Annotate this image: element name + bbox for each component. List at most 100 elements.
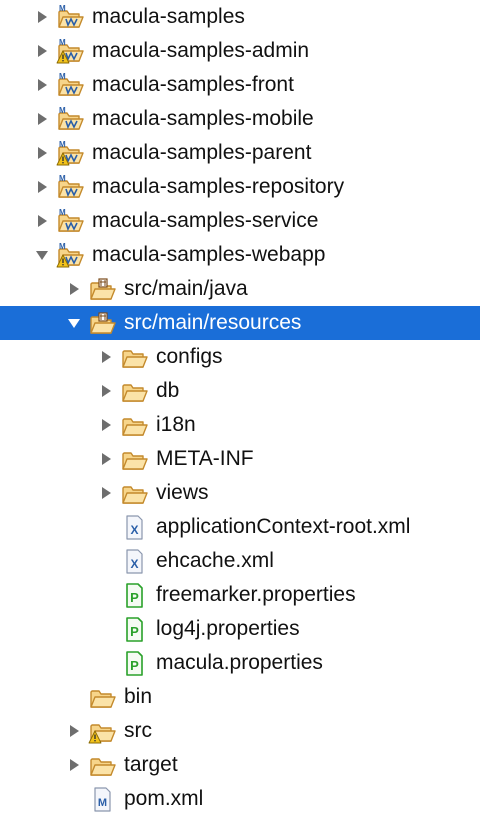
tree-item-label: src/main/resources	[124, 311, 302, 334]
folder-icon	[122, 486, 148, 504]
collapsed-triangle-icon[interactable]	[34, 111, 50, 127]
tree-item[interactable]: Xehcache.xml	[0, 544, 480, 578]
tree-item[interactable]: src/main/java	[0, 272, 480, 306]
tree-item-label: META-INF	[156, 447, 254, 470]
tree-item[interactable]: Mmacula-samples-parent	[0, 136, 480, 170]
collapsed-triangle-icon[interactable]	[66, 757, 82, 773]
svg-text:P: P	[130, 590, 139, 605]
tree-item-label: applicationContext-root.xml	[156, 515, 411, 538]
collapsed-triangle-icon[interactable]	[98, 383, 114, 399]
svg-text:M: M	[59, 242, 66, 251]
tree-item-label: macula-samples-service	[92, 209, 319, 232]
tree-item-label: bin	[124, 685, 153, 708]
collapsed-triangle-icon[interactable]	[98, 349, 114, 365]
tree-item[interactable]: src/main/resources	[0, 306, 480, 340]
xml-file-icon: X	[126, 549, 143, 574]
tree-item[interactable]: db	[0, 374, 480, 408]
tree-item[interactable]: target	[0, 748, 480, 782]
collapsed-triangle-icon[interactable]	[34, 77, 50, 93]
collapsed-triangle-icon[interactable]	[66, 281, 82, 297]
collapsed-triangle-icon[interactable]	[34, 145, 50, 161]
tree-item[interactable]: Mmacula-samples-webapp	[0, 238, 480, 272]
maven-project-icon: M	[56, 140, 84, 166]
folder-icon	[88, 724, 116, 744]
tree-item-label: macula-samples	[92, 5, 245, 28]
properties-file-icon: P	[126, 617, 143, 642]
svg-text:M: M	[59, 38, 66, 47]
maven-project-icon: M	[56, 242, 84, 268]
svg-text:M: M	[59, 4, 66, 13]
tree-item[interactable]: Mmacula-samples	[0, 0, 480, 34]
folder-icon	[122, 384, 148, 402]
maven-project-icon: M	[58, 4, 84, 28]
svg-text:P: P	[130, 624, 139, 639]
properties-file-icon: P	[126, 651, 143, 676]
tree-item[interactable]: Pfreemarker.properties	[0, 578, 480, 612]
collapsed-triangle-icon[interactable]	[34, 213, 50, 229]
tree-item-label: db	[156, 379, 180, 402]
tree-item-label: target	[124, 753, 178, 776]
tree-item-label: macula-samples-admin	[92, 39, 310, 62]
svg-text:M: M	[59, 106, 66, 115]
svg-text:M: M	[98, 797, 107, 809]
tree-item[interactable]: Plog4j.properties	[0, 612, 480, 646]
tree-item[interactable]: src	[0, 714, 480, 748]
tree-item[interactable]: Mpom.xml	[0, 782, 480, 816]
tree-item-label: freemarker.properties	[156, 583, 356, 606]
folder-icon	[122, 452, 148, 470]
tree-item[interactable]: META-INF	[0, 442, 480, 476]
expanded-triangle-icon[interactable]	[34, 247, 50, 263]
maven-pom-icon: M	[94, 787, 111, 812]
maven-project-icon: M	[58, 72, 84, 96]
svg-text:X: X	[130, 557, 138, 571]
folder-icon	[90, 690, 116, 708]
tree-item-label: pom.xml	[124, 787, 204, 810]
tree-item[interactable]: Mmacula-samples-repository	[0, 170, 480, 204]
tree-item[interactable]: views	[0, 476, 480, 510]
properties-file-icon: P	[126, 583, 143, 608]
tree-item[interactable]: Mmacula-samples-front	[0, 68, 480, 102]
project-explorer-tree: Mmacula-samples Mmacula-samples-admin Mmac…	[0, 0, 480, 822]
svg-text:P: P	[130, 658, 139, 673]
tree-item[interactable]: XapplicationContext-root.xml	[0, 510, 480, 544]
collapsed-triangle-icon[interactable]	[34, 43, 50, 59]
svg-text:X: X	[130, 523, 138, 537]
tree-item-label: macula-samples-parent	[92, 141, 312, 164]
collapsed-triangle-icon[interactable]	[98, 485, 114, 501]
svg-text:M: M	[59, 72, 66, 81]
tree-item[interactable]: Mmacula-samples-mobile	[0, 102, 480, 136]
tree-item[interactable]: configs	[0, 340, 480, 374]
maven-project-icon: M	[56, 38, 84, 64]
expanded-triangle-icon[interactable]	[66, 315, 82, 331]
maven-project-icon: M	[58, 106, 84, 130]
svg-text:M: M	[59, 208, 66, 217]
svg-text:M: M	[59, 174, 66, 183]
maven-project-icon: M	[58, 174, 84, 198]
maven-project-icon: M	[58, 208, 84, 232]
tree-item[interactable]: i18n	[0, 408, 480, 442]
tree-item-label: macula-samples-mobile	[92, 107, 314, 130]
tree-item[interactable]: Pmacula.properties	[0, 646, 480, 680]
tree-item-label: macula.properties	[156, 651, 323, 674]
source-folder-icon	[90, 312, 116, 334]
source-folder-icon	[90, 278, 116, 300]
tree-item-label: src/main/java	[124, 277, 248, 300]
tree-item[interactable]: bin	[0, 680, 480, 714]
tree-item-label: i18n	[156, 413, 196, 436]
tree-item-label: macula-samples-repository	[92, 175, 345, 198]
collapsed-triangle-icon[interactable]	[34, 179, 50, 195]
folder-icon	[122, 418, 148, 436]
tree-item[interactable]: Mmacula-samples-service	[0, 204, 480, 238]
collapsed-triangle-icon[interactable]	[98, 451, 114, 467]
tree-item-label: macula-samples-front	[92, 73, 294, 96]
tree-item-label: configs	[156, 345, 223, 368]
tree-item-label: views	[156, 481, 209, 504]
tree-item-label: ehcache.xml	[156, 549, 274, 572]
tree-item[interactable]: Mmacula-samples-admin	[0, 34, 480, 68]
tree-item-label: src	[124, 719, 152, 742]
collapsed-triangle-icon[interactable]	[66, 723, 82, 739]
folder-icon	[122, 350, 148, 368]
collapsed-triangle-icon[interactable]	[34, 9, 50, 25]
collapsed-triangle-icon[interactable]	[98, 417, 114, 433]
svg-text:M: M	[59, 140, 66, 149]
